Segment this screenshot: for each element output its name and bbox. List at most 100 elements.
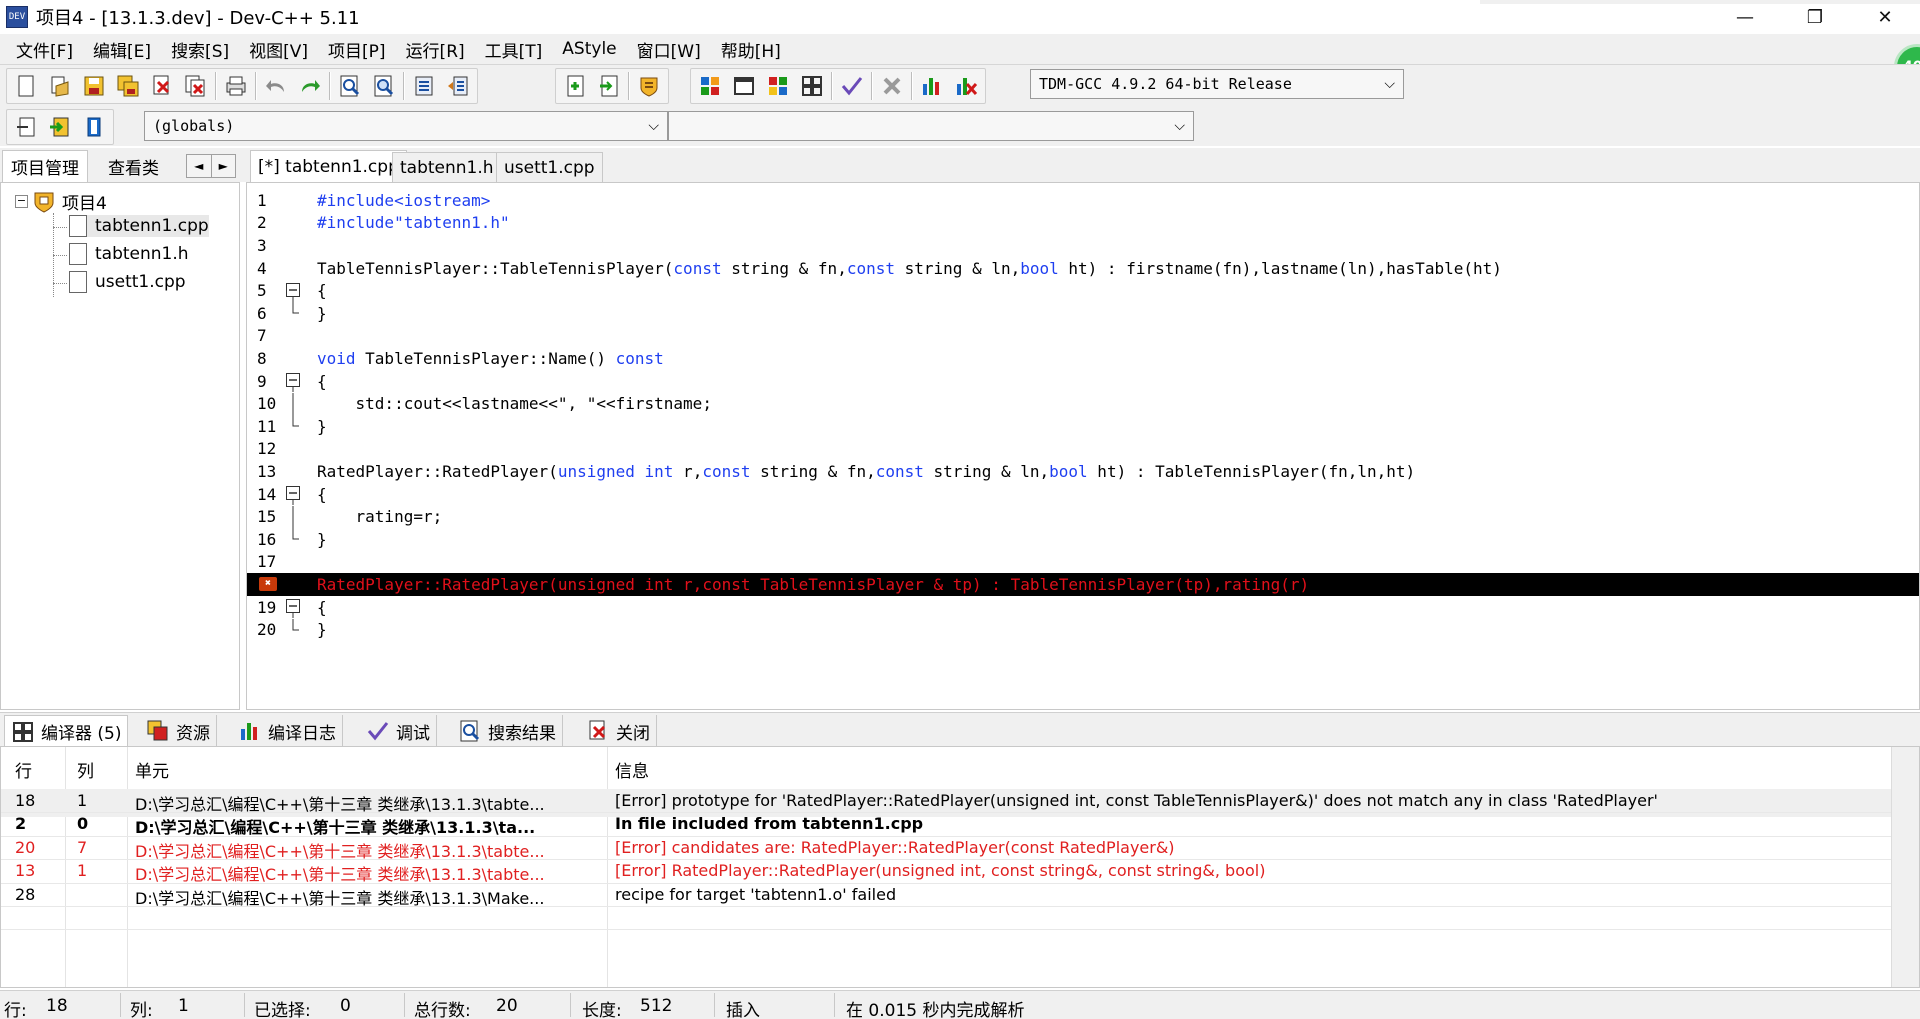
run-icon: [734, 77, 754, 95]
line-number: 1: [257, 190, 267, 210]
bookmark-button[interactable]: [79, 112, 109, 142]
tree-file-tabtenn1-cpp[interactable]: tabtenn1.cpp: [69, 215, 209, 237]
open-button[interactable]: [45, 71, 75, 101]
tab-compiler[interactable]: 编译器 (5): [4, 715, 129, 747]
menu-help[interactable]: 帮助[H]: [711, 37, 791, 62]
stop-execution-button[interactable]: [877, 71, 907, 101]
menu-search[interactable]: 搜索[S]: [161, 37, 239, 62]
fold-collapse-icon[interactable]: [285, 596, 301, 619]
find-icon: [340, 75, 360, 97]
tab-project[interactable]: 项目管理: [2, 150, 88, 182]
code-line[interactable]: 9{: [247, 370, 1919, 393]
find-button[interactable]: [335, 71, 365, 101]
compiler-select[interactable]: TDM-GCC 4.9.2 64-bit Release ⌵: [1030, 69, 1404, 99]
tree-connector: [53, 255, 67, 256]
close-file-button[interactable]: [147, 71, 177, 101]
code-line[interactable]: 10 std::cout<<lastname<<", "<<firstname;: [247, 392, 1919, 415]
compile-run-button[interactable]: [763, 71, 793, 101]
add-to-project-button[interactable]: [560, 71, 590, 101]
menu-tools[interactable]: 工具[T]: [475, 37, 553, 62]
column-header-col[interactable]: 列: [77, 757, 94, 782]
fold-collapse-icon[interactable]: [285, 370, 301, 393]
code-line[interactable]: 2 #include"tabtenn1.h": [247, 212, 1919, 235]
profile-button[interactable]: [917, 71, 947, 101]
save-button[interactable]: [79, 71, 109, 101]
code-line[interactable]: 20}: [247, 618, 1919, 641]
tab-scroll-right-button[interactable]: ►: [212, 155, 236, 177]
rebuild-button[interactable]: [797, 71, 827, 101]
code-line[interactable]: 4 TableTennisPlayer::TableTennisPlayer(co…: [247, 257, 1919, 280]
collapse-expander[interactable]: −: [15, 195, 28, 208]
tab-tabtenn1-h[interactable]: tabtenn1.h: [392, 152, 502, 182]
code-line-error[interactable]: ✖ RatedPlayer::RatedPlayer(unsigned int r…: [247, 573, 1919, 596]
devcpp-app-icon[interactable]: DEV: [6, 6, 28, 28]
tab-resources[interactable]: 资源: [140, 715, 217, 747]
tree-file-tabtenn1-h[interactable]: tabtenn1.h: [69, 243, 189, 265]
fold-collapse-icon[interactable]: [285, 483, 301, 506]
function-select[interactable]: ⌵: [668, 111, 1194, 141]
code-line[interactable]: 3: [247, 234, 1919, 257]
menu-run[interactable]: 运行[R]: [396, 37, 475, 62]
column-header-line[interactable]: 行: [15, 757, 32, 782]
rebuild-icon: [802, 76, 822, 96]
code-line[interactable]: 1 #include<iostream>: [247, 189, 1919, 212]
tab-scroll-left-button[interactable]: ◄: [187, 155, 212, 177]
menu-astyle[interactable]: AStyle: [552, 39, 626, 59]
compile-button[interactable]: [695, 71, 725, 101]
close-button[interactable]: ✕: [1850, 0, 1920, 34]
tab-debug[interactable]: 调试: [360, 715, 437, 747]
code-line[interactable]: 8 void TableTennisPlayer::Name() const: [247, 347, 1919, 370]
column-header-unit[interactable]: 单元: [135, 757, 169, 782]
save-all-button[interactable]: [113, 71, 143, 101]
redo-icon: [302, 80, 320, 92]
code-editor[interactable]: 1 #include<iostream> 2 #include"tabtenn1.h"…: [246, 182, 1920, 710]
replace-button[interactable]: [369, 71, 399, 101]
close-all-button[interactable]: [181, 71, 211, 101]
tab-close[interactable]: 关闭: [580, 715, 657, 747]
messages-scrollbar[interactable]: [1891, 747, 1919, 987]
code-line[interactable]: 15 rating=r;: [247, 505, 1919, 528]
minimize-button[interactable]: —: [1710, 0, 1780, 34]
project-options-button[interactable]: [634, 71, 664, 101]
code-line[interactable]: 12: [247, 438, 1919, 461]
code-line[interactable]: 5{: [247, 279, 1919, 302]
delete-profile-button[interactable]: [951, 71, 981, 101]
remove-from-project-button[interactable]: [594, 71, 624, 101]
goto-declaration-button[interactable]: [11, 112, 41, 142]
code-line[interactable]: 7: [247, 325, 1919, 348]
tree-root-project[interactable]: − 项目4: [15, 189, 107, 214]
tab-tabtenn1-cpp[interactable]: [*] tabtenn1.cpp: [250, 150, 407, 182]
code-text: #include"tabtenn1.h": [317, 213, 510, 232]
menu-edit[interactable]: 编辑[E]: [83, 37, 161, 62]
menu-view[interactable]: 视图[V]: [239, 37, 318, 62]
new-file-button[interactable]: [11, 71, 41, 101]
redo-button[interactable]: [295, 71, 325, 101]
menu-project[interactable]: 项目[P]: [318, 37, 396, 62]
code-line[interactable]: 16}: [247, 528, 1919, 551]
code-line[interactable]: 13 RatedPlayer::RatedPlayer(unsigned int …: [247, 460, 1919, 483]
goto-definition-button[interactable]: [45, 112, 75, 142]
fold-collapse-icon[interactable]: [285, 280, 301, 302]
code-line[interactable]: 14 {: [247, 483, 1919, 506]
error-marker-icon[interactable]: ✖: [259, 577, 277, 592]
run-button[interactable]: [729, 71, 759, 101]
tab-search-results[interactable]: 搜索结果: [452, 715, 563, 747]
restore-button[interactable]: ❐: [1780, 0, 1850, 34]
print-button[interactable]: [221, 71, 251, 101]
unindent-button[interactable]: [443, 71, 473, 101]
tree-file-usett1-cpp[interactable]: usett1.cpp: [69, 271, 186, 293]
code-line[interactable]: 6}: [247, 302, 1919, 325]
tab-usett1-cpp[interactable]: usett1.cpp: [496, 152, 603, 182]
undo-button[interactable]: [261, 71, 291, 101]
menu-window[interactable]: 窗口[W]: [627, 37, 711, 62]
code-line[interactable]: 19 {: [247, 596, 1919, 619]
scope-select[interactable]: (globals) ⌵: [144, 111, 668, 141]
syntax-check-button[interactable]: [837, 71, 867, 101]
code-line[interactable]: 11}: [247, 415, 1919, 438]
tab-compile-log[interactable]: 编译日志: [232, 715, 343, 747]
tab-classes[interactable]: 查看类: [100, 150, 167, 182]
menu-file[interactable]: 文件[F]: [6, 37, 83, 62]
column-header-message[interactable]: 信息: [615, 757, 649, 782]
code-line[interactable]: 17: [247, 551, 1919, 574]
indent-button[interactable]: [409, 71, 439, 101]
